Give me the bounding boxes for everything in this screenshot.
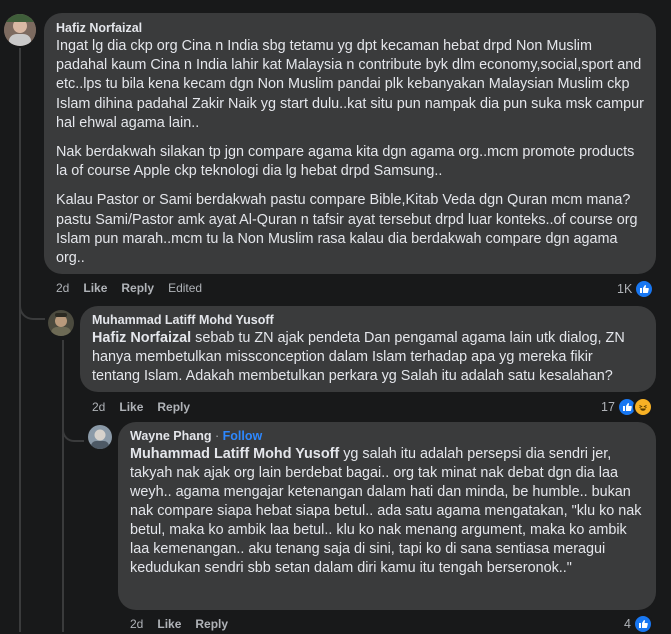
comment-time[interactable]: 2d — [92, 400, 105, 414]
like-button[interactable]: Like — [119, 400, 143, 414]
thumbs-up-icon — [632, 614, 653, 634]
thread-curve-reply2 — [62, 420, 84, 442]
comment-author[interactable]: Hafiz Norfaizal — [56, 21, 644, 35]
separator-dot: · — [214, 429, 220, 443]
comment-paragraph: Ingat lg dia ckp org Cina n India sbg te… — [56, 38, 644, 131]
comment-actions: 2d Like Reply — [92, 400, 190, 414]
comment-time[interactable]: 2d — [56, 281, 69, 295]
comment-bubble: Hafiz Norfaizal Ingat lg dia ckp org Cin… — [44, 13, 656, 274]
avatar-hafiz[interactable] — [4, 14, 36, 46]
comment-actions: 2d Like Reply Edited — [56, 281, 202, 295]
person-icon — [4, 14, 36, 46]
comment-author[interactable]: Wayne Phang — [130, 429, 212, 443]
thread-curve-reply1 — [19, 290, 45, 320]
thread-line-reply — [62, 340, 64, 632]
comment-text: Ingat lg dia ckp org Cina n India sbg te… — [56, 37, 644, 268]
person-icon — [88, 425, 112, 449]
avatar-wayne[interactable] — [88, 425, 112, 449]
reply-bubble: Wayne Phang · Follow Muhammad Latiff Moh… — [118, 422, 656, 610]
like-button[interactable]: Like — [83, 281, 107, 295]
haha-emoji-icon — [632, 397, 653, 417]
reaction-count: 1K — [617, 282, 633, 296]
reaction-summary[interactable]: 4 — [624, 614, 653, 634]
like-button[interactable]: Like — [157, 617, 181, 631]
reply-bubble: Muhammad Latiff Mohd Yusoff Hafiz Norfai… — [80, 306, 656, 392]
edited-label: Edited — [168, 281, 203, 295]
thumbs-up-icon — [634, 279, 655, 299]
avatar-latiff[interactable] — [48, 310, 74, 336]
reply-button[interactable]: Reply — [121, 281, 154, 295]
follow-button[interactable]: Follow — [223, 429, 263, 443]
reply-button[interactable]: Reply — [157, 400, 190, 414]
reaction-count: 4 — [624, 617, 631, 631]
comment-paragraph: Kalau Pastor or Sami berdakwah pastu com… — [56, 192, 638, 267]
mention-link[interactable]: Muhammad Latiff Mohd Yusoff — [130, 446, 339, 462]
comment-time[interactable]: 2d — [130, 617, 143, 631]
comment-actions: 2d Like Reply — [130, 617, 228, 631]
mention-link[interactable]: Hafiz Norfaizal — [92, 330, 191, 346]
thread-line-main — [19, 48, 21, 632]
comment-author-row: Wayne Phang · Follow — [130, 429, 644, 443]
reaction-count: 17 — [601, 400, 615, 414]
comment-text: Hafiz Norfaizal sebab tu ZN ajak pendeta… — [92, 329, 644, 386]
comment-paragraph: Nak berdakwah silakan tp jgn compare aga… — [56, 144, 635, 180]
reply-button[interactable]: Reply — [195, 617, 228, 631]
comment-author[interactable]: Muhammad Latiff Mohd Yusoff — [92, 313, 644, 327]
person-icon — [48, 310, 74, 336]
comment-text: Muhammad Latiff Mohd Yusoff yg salah itu… — [130, 445, 644, 578]
reaction-summary[interactable]: 17 — [601, 397, 653, 417]
reaction-summary[interactable]: 1K — [617, 279, 655, 299]
comment-body: yg salah itu adalah persepsi dia sendri … — [130, 446, 642, 576]
